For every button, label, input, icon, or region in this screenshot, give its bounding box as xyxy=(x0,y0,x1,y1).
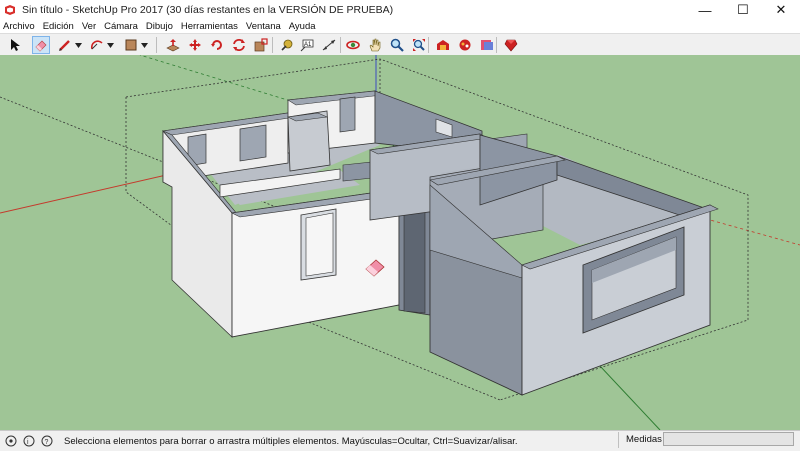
text-label-icon: A1 xyxy=(300,39,314,52)
pan-tool-button[interactable] xyxy=(366,36,384,54)
menu-bar: Archivo Edición Ver Cámara Dibujo Herram… xyxy=(0,20,800,33)
caret-down-icon xyxy=(106,42,114,48)
push-pull-icon xyxy=(166,39,180,52)
measurements-label: Medidas xyxy=(626,434,662,445)
layout-icon xyxy=(481,40,493,50)
move-tool-button[interactable] xyxy=(186,36,204,54)
credits-icon[interactable]: i xyxy=(22,434,36,448)
refresh-arrows-icon xyxy=(233,39,245,51)
arc-tool-dropdown[interactable] xyxy=(106,40,114,50)
title-bar: Sin título - SketchUp Pro 2017 (30 días … xyxy=(0,0,800,20)
rectangle-icon xyxy=(125,39,137,51)
shape-tool-dropdown[interactable] xyxy=(140,40,148,50)
minimize-button[interactable]: — xyxy=(686,0,724,20)
3d-warehouse-button[interactable] xyxy=(434,36,452,54)
caret-down-icon xyxy=(74,42,82,48)
tape-measure-tool-button[interactable] xyxy=(278,36,296,54)
toolbar: A1 xyxy=(0,33,800,57)
scale-icon xyxy=(254,38,268,52)
caret-down-icon xyxy=(140,42,148,48)
magnifier-icon xyxy=(390,38,404,52)
svg-text:?: ? xyxy=(45,439,49,446)
scale-tool-button[interactable] xyxy=(252,36,270,54)
menu-ventana[interactable]: Ventana xyxy=(242,21,285,32)
text-tool-button[interactable]: A1 xyxy=(298,36,316,54)
toolbar-separator xyxy=(272,37,273,53)
orbit-tool-button[interactable] xyxy=(344,36,362,54)
select-tool-button[interactable] xyxy=(6,36,24,54)
extension-icon xyxy=(459,39,471,51)
close-button[interactable]: ✕ xyxy=(762,0,800,20)
menu-edicion[interactable]: Edición xyxy=(39,21,78,32)
maximize-button[interactable]: ☐ xyxy=(724,0,762,20)
send-to-layout-button[interactable] xyxy=(478,36,496,54)
menu-herramientas[interactable]: Herramientas xyxy=(177,21,242,32)
extension-warehouse-button[interactable] xyxy=(456,36,474,54)
zoom-extents-tool-button[interactable] xyxy=(410,36,428,54)
line-tool-button[interactable] xyxy=(56,36,74,54)
warehouse-icon xyxy=(437,40,449,50)
ruby-console-button[interactable] xyxy=(502,36,520,54)
line-tool-dropdown[interactable] xyxy=(74,40,82,50)
arc-icon xyxy=(90,40,103,50)
sketchup-logo-icon xyxy=(4,4,16,16)
toolbar-separator xyxy=(428,37,429,53)
toolbar-separator xyxy=(340,37,341,53)
ruby-gem-icon xyxy=(504,39,518,52)
menu-ver[interactable]: Ver xyxy=(78,21,100,32)
tape-measure-icon xyxy=(281,39,293,51)
orbit-icon xyxy=(346,40,360,50)
menu-archivo[interactable]: Archivo xyxy=(0,21,39,32)
move-icon xyxy=(189,39,201,51)
geo-location-icon[interactable] xyxy=(4,434,18,448)
dimension-tool-button[interactable] xyxy=(320,36,338,54)
window-back-2 xyxy=(239,124,267,162)
menu-dibujo[interactable]: Dibujo xyxy=(142,21,177,32)
shape-tool-button[interactable] xyxy=(122,36,140,54)
window-back-3 xyxy=(339,96,356,133)
eraser-icon xyxy=(35,40,47,52)
hand-icon xyxy=(369,38,381,52)
rotate-icon xyxy=(211,40,222,50)
zoom-tool-button[interactable] xyxy=(388,36,406,54)
model-canvas xyxy=(0,55,800,430)
help-icon[interactable]: ? xyxy=(40,434,54,448)
eraser-tool-button[interactable] xyxy=(32,36,50,54)
status-separator xyxy=(618,432,619,448)
follow-me-tool-button[interactable] xyxy=(230,36,248,54)
menu-ayuda[interactable]: Ayuda xyxy=(285,21,320,32)
window-controls: — ☐ ✕ xyxy=(686,0,800,20)
rotate-tool-button[interactable] xyxy=(208,36,226,54)
push-pull-tool-button[interactable] xyxy=(164,36,182,54)
menu-camara[interactable]: Cámara xyxy=(100,21,142,32)
toolbar-separator xyxy=(156,37,157,53)
svg-text:i: i xyxy=(27,439,29,446)
arc-tool-button[interactable] xyxy=(88,36,106,54)
svg-text:A1: A1 xyxy=(304,42,312,48)
measurements-input[interactable] xyxy=(663,432,794,446)
status-message: Selecciona elementos para borrar o arras… xyxy=(64,435,518,447)
toolbar-separator xyxy=(496,37,497,53)
drawing-viewport[interactable] xyxy=(0,55,800,430)
dimension-icon xyxy=(322,39,336,51)
pencil-icon xyxy=(59,40,70,51)
zoom-extents-icon xyxy=(413,39,425,51)
arrow-cursor-icon xyxy=(11,39,20,51)
window-title: Sin título - SketchUp Pro 2017 (30 días … xyxy=(22,4,394,16)
